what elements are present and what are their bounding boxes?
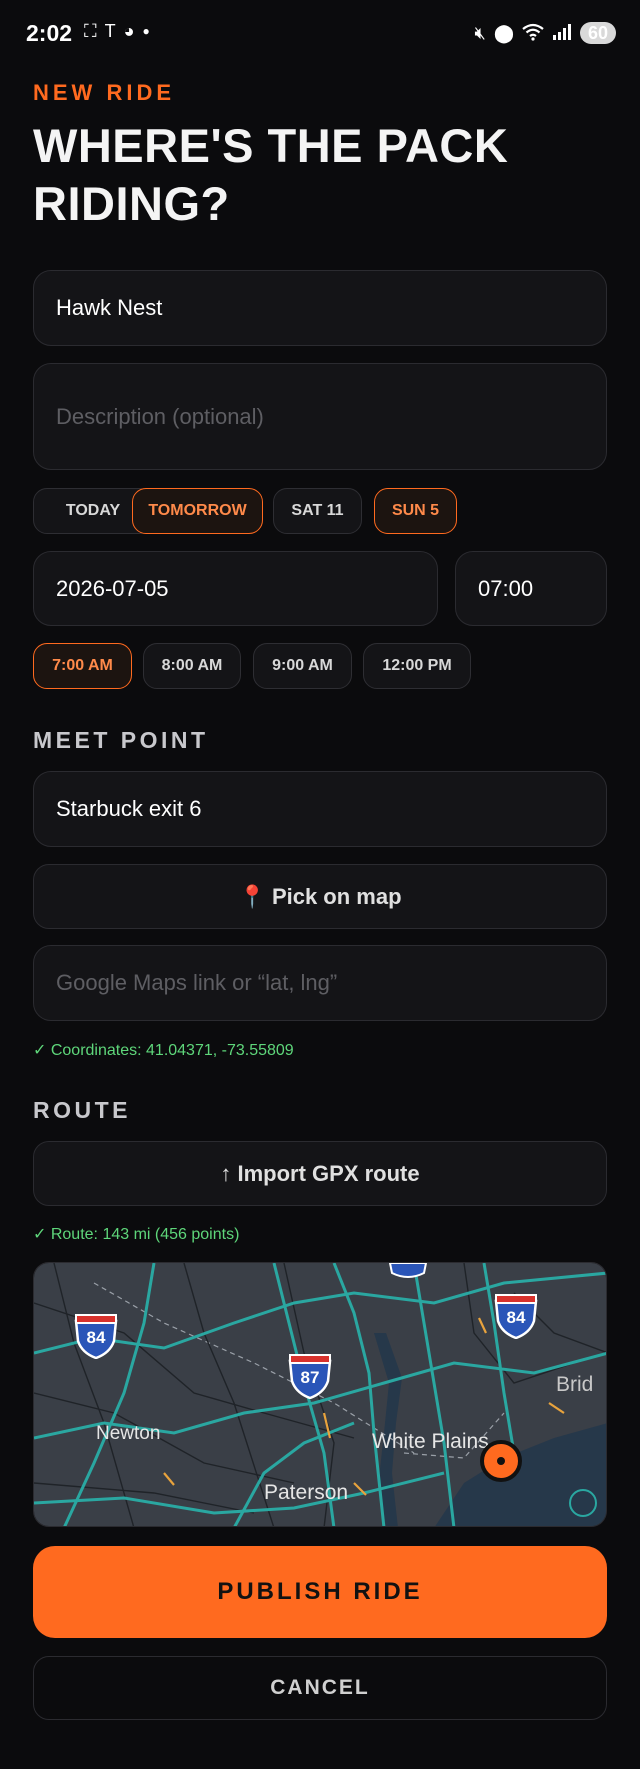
interstate-87-shield: 87 [288,1353,332,1400]
shield-number: 84 [506,1308,526,1327]
map-label-white-plains: White Plains [372,1430,489,1453]
status-right-icons: 🔇︎ ⬤ 60 [474,22,616,44]
map-label-bridgeport: Brid [556,1373,594,1396]
status-time: 2:02 [26,20,73,46]
maps-link-field[interactable]: Google Maps link or “lat, lng” [33,945,607,1021]
chip-label: 9:00 AM [272,657,333,674]
reddit-icon: ◕ [123,21,135,41]
map-label-paterson: Paterson [264,1481,349,1504]
coordinates-status: ✓ Coordinates: 41.04371, -73.55809 [33,1042,294,1059]
interstate-84-shield-west: 84 [74,1313,118,1360]
route-status: ✓ Route: 143 mi (456 points) [33,1226,240,1243]
dot-icon: ● [142,24,150,38]
locate-icon[interactable] [569,1489,597,1517]
import-gpx-label: ↑ Import GPX route [220,1160,420,1186]
meet-point-heading: MEET POINT [33,727,209,753]
publish-ride-button[interactable]: PUBLISH RIDE [33,1546,607,1638]
page-eyebrow: NEW RIDE [33,80,175,105]
chip-label: 7:00 AM [52,657,113,674]
cancel-button[interactable]: CANCEL [33,1656,607,1720]
map-label-newton: Newton [96,1423,161,1444]
page-title: WHERE'S THE PACK RIDING? [33,119,509,230]
meet-location-value: Starbuck exit 6 [56,796,202,821]
date-value: 2026-07-05 [56,575,169,601]
signal-icon [552,23,572,43]
ride-name-field[interactable]: Hawk Nest [33,270,607,346]
status-left-icons: ⛶ T ◕ ● [84,22,150,40]
time-value: 07:00 [478,575,534,601]
time-chip-9am[interactable]: 9:00 AM [253,643,352,689]
chip-label: TOMORROW [148,502,247,519]
ride-name-value: Hawk Nest [56,295,163,320]
time-chip-7am[interactable]: 7:00 AM [33,643,132,689]
time-chip-8am[interactable]: 8:00 AM [143,643,241,689]
cancel-label: CANCEL [270,1676,370,1699]
chip-label: SUN 5 [391,502,440,519]
interstate-84-shield-east: 84 [494,1293,538,1340]
date-chip-tomorrow[interactable]: TOMORROW [132,488,263,534]
screenshot-icon: ⛶ [84,21,97,41]
time-chip-12pm[interactable]: 12:00 PM [363,643,471,689]
tesla-icon: T [104,21,116,41]
pick-on-map-button[interactable]: 📍 Pick on map [33,864,607,929]
chip-label: 8:00 AM [161,657,223,674]
mute-icon: 🔇︎ [474,23,486,43]
date-chip-sun[interactable]: SUN 5 [374,488,457,534]
description-field[interactable]: Description (optional) [33,363,607,470]
publish-ride-label: PUBLISH RIDE [217,1578,423,1605]
battery-indicator: 60 [579,22,616,44]
route-heading: ROUTE [33,1097,131,1123]
marker-center-dot [497,1457,505,1465]
description-placeholder: Description (optional) [56,403,264,429]
maps-link-placeholder: Google Maps link or “lat, lng” [56,970,338,995]
wifi-icon [522,23,544,44]
time-field[interactable]: 07:00 [455,551,607,626]
shield-number: 84 [86,1328,106,1347]
location-icon: ⬤ [493,23,514,43]
pick-on-map-label: 📍 Pick on map [238,883,402,909]
chip-label: SAT 11 [291,502,344,519]
route-map-preview[interactable]: 84 87 84 Newton White Plains Paterson Br… [33,1262,607,1527]
meet-location-field[interactable]: Starbuck exit 6 [33,771,607,847]
import-gpx-button[interactable]: ↑ Import GPX route [33,1141,607,1206]
chip-label: TODAY [65,502,121,519]
date-chip-sat[interactable]: SAT 11 [273,488,362,534]
date-field[interactable]: 2026-07-05 [33,551,438,626]
meet-point-marker-icon[interactable] [480,1440,522,1482]
interstate-shield-partial [388,1263,428,1278]
shield-number: 87 [300,1368,320,1387]
chip-label: 12:00 PM [382,657,452,674]
